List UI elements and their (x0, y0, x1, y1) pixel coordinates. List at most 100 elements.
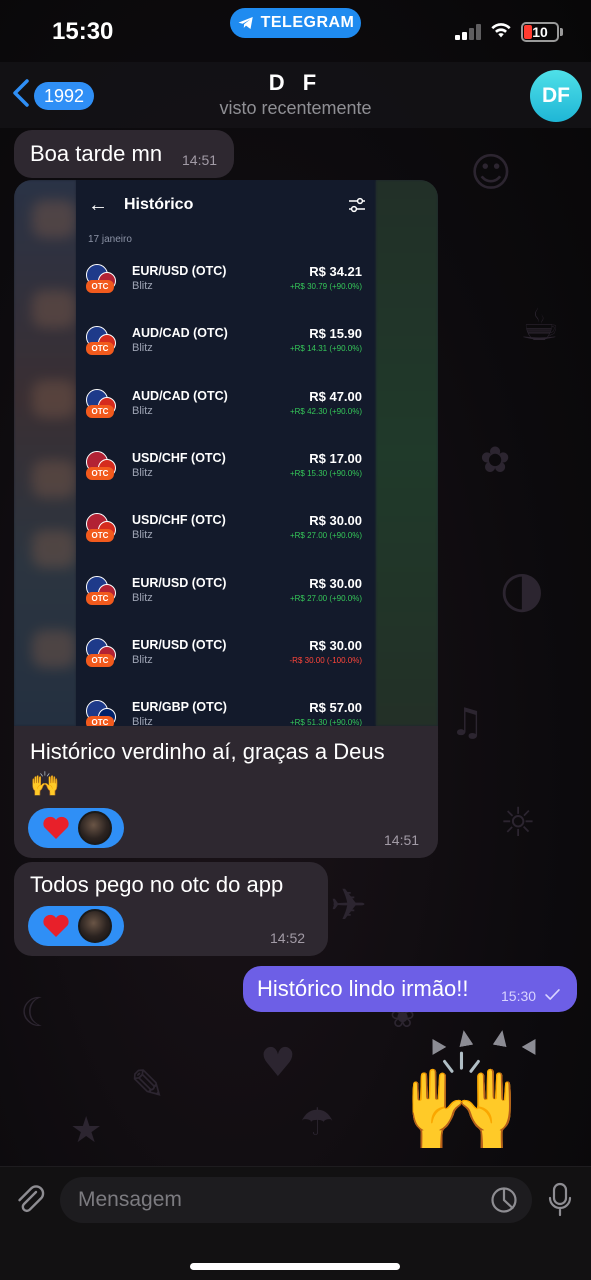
trade-mode: Blitz (132, 280, 153, 292)
trade-result: +R$ 42.30 (+90.0%) (289, 406, 362, 416)
currency-flags-icon: OTC (86, 637, 118, 670)
trade-pair: EUR/USD (OTC) (132, 575, 227, 590)
trade-row: OTC USD/CHF (OTC) Blitz R$ 30.00 +R$ 27.00 (… (76, 507, 376, 569)
message-time: 14:51 (384, 832, 420, 848)
message-input[interactable] (60, 1177, 532, 1223)
photo-caption: Histórico verdinho aí, graças a Deus (30, 739, 385, 764)
trade-amount: R$ 30.00 (309, 513, 362, 529)
currency-flags-icon: OTC (86, 575, 118, 608)
otc-badge: OTC (86, 342, 114, 356)
cellular-signal-icon (455, 24, 483, 40)
trade-result: +R$ 14.31 (+90.0%) (289, 344, 362, 354)
trade-pair: EUR/GBP (OTC) (132, 700, 227, 715)
otc-badge: OTC (86, 404, 114, 418)
chat-title[interactable]: D F (0, 70, 591, 96)
otc-badge: OTC (86, 280, 114, 293)
currency-flags-icon: OTC (86, 513, 118, 545)
raised-hands-sticker[interactable]: 🙌 (400, 1020, 570, 1170)
trade-pair: EUR/USD (OTC) (132, 637, 227, 652)
message-bubble-incoming[interactable]: Boa tarde mn 14:51 (14, 130, 234, 178)
trade-amount: R$ 34.21 (309, 264, 362, 279)
message-bubble-outgoing[interactable]: Histórico lindo irmão!! 15:30 (243, 966, 577, 1012)
message-text: Boa tarde mn (30, 141, 163, 166)
blurred-edge (376, 180, 438, 726)
reactor-avatar (78, 909, 112, 943)
trade-mode: Blitz (132, 342, 153, 355)
trade-row: OTC AUD/CAD (OTC) Blitz R$ 47.00 +R$ 42.30 (… (76, 383, 376, 445)
trade-result: +R$ 27.00 (+90.0%) (289, 531, 362, 541)
heart-icon (43, 816, 69, 839)
raised-hands-emoji: 🙌 (30, 771, 60, 798)
reactor-avatar (78, 811, 112, 845)
trade-pair: EUR/USD (OTC) (132, 264, 227, 278)
heart-icon (43, 914, 69, 937)
paperclip-icon[interactable] (14, 1183, 46, 1217)
trade-amount: R$ 30.00 (309, 575, 362, 591)
trade-mode: Blitz (132, 529, 153, 542)
trade-mode: Blitz (132, 466, 153, 479)
currency-flags-icon: OTC (86, 326, 118, 358)
message-text: Todos pego no otc do app (30, 872, 284, 897)
sent-check-icon (545, 989, 560, 1000)
currency-flags-icon: OTC (86, 388, 118, 421)
trade-row: OTC AUD/CAD (OTC) Blitz R$ 15.90 +R$ 14.31 (… (76, 320, 376, 382)
sticker-icon[interactable] (490, 1186, 518, 1214)
telegram-pill-label: TELEGRAM (260, 14, 355, 31)
trading-app-history: ← Histórico 17 janeiro OTC EUR/USD (OTC) B… (76, 180, 376, 726)
chat-status: visto recentemente (219, 98, 372, 118)
trade-row: OTC EUR/GBP (OTC) Blitz R$ 57.00 +R$ 51.30 (… (76, 694, 376, 726)
otc-badge: OTC (86, 466, 114, 480)
message-time: 15:30 (501, 988, 537, 1004)
trade-row: OTC EUR/USD (OTC) Blitz R$ 34.21 +R$ 30.79 (… (76, 258, 376, 320)
trade-mode: Blitz (132, 404, 153, 417)
message-time: 14:52 (270, 930, 306, 946)
heart-reaction-chip[interactable] (28, 906, 124, 946)
trade-amount: R$ 17.00 (309, 450, 362, 466)
trade-row: OTC USD/CHF (OTC) Blitz R$ 17.00 +R$ 15.30 (… (76, 445, 376, 507)
microphone-icon[interactable] (548, 1182, 572, 1218)
battery-level: 10 (532, 24, 548, 40)
trade-row: OTC EUR/USD (OTC) Blitz R$ 30.00 -R$ 30.00 (… (76, 632, 376, 694)
trade-mode: Blitz (132, 653, 153, 666)
battery-icon: 10 (521, 22, 559, 42)
otc-badge: OTC (86, 653, 114, 667)
filter-icon (349, 197, 365, 213)
app-back-arrow-icon: ← (88, 194, 108, 216)
telegram-icon (238, 17, 253, 29)
trade-row: OTC EUR/USD (OTC) Blitz R$ 30.00 +R$ 27.00 (… (76, 570, 376, 632)
otc-badge: OTC (86, 591, 114, 605)
blurred-edge (14, 180, 76, 726)
otc-badge: OTC (86, 529, 114, 543)
otc-badge: OTC (86, 716, 114, 726)
currency-flags-icon: OTC (86, 700, 118, 726)
message-text: Histórico lindo irmão!! (257, 976, 469, 1001)
trading-history-screenshot[interactable]: ← Histórico 17 janeiro OTC EUR/USD (OTC) B… (14, 180, 438, 726)
trade-result: -R$ 30.00 (-100.0%) (289, 655, 362, 665)
app-title: Histórico (124, 196, 194, 213)
trade-result: +R$ 15.30 (+90.0%) (289, 468, 362, 478)
trade-mode: Blitz (132, 591, 153, 604)
trade-pair: USD/CHF (OTC) (132, 450, 226, 465)
trade-result: +R$ 51.30 (+90.0%) (289, 718, 362, 726)
trade-result: +R$ 27.00 (+90.0%) (289, 593, 362, 603)
message-bubble-incoming[interactable]: Todos pego no otc do app 14:52 (14, 862, 328, 956)
status-bar: 15:30 TELEGRAM 10 (0, 0, 591, 62)
home-indicator (190, 1263, 400, 1270)
message-composer (0, 1166, 591, 1280)
trade-pair: USD/CHF (OTC) (132, 513, 226, 528)
raised-hands-emoji: 🙌 (402, 1049, 522, 1156)
trade-pair: AUD/CAD (OTC) (132, 388, 228, 403)
heart-reaction-chip[interactable] (28, 808, 124, 848)
message-time: 14:51 (182, 152, 218, 168)
telegram-pill[interactable]: TELEGRAM (230, 8, 361, 38)
trade-mode: Blitz (132, 716, 153, 726)
trade-result: +R$ 30.79 (+90.0%) (289, 282, 362, 291)
trade-amount: R$ 57.00 (309, 700, 362, 716)
trade-pair: AUD/CAD (OTC) (132, 326, 228, 341)
chat-header: 1992 D F visto recentemente DF (0, 62, 591, 128)
trade-amount: R$ 15.90 (309, 326, 362, 342)
wifi-icon (491, 23, 511, 38)
history-date: 17 janeiro (88, 234, 132, 245)
contact-avatar[interactable]: DF (530, 70, 582, 122)
currency-flags-icon: OTC (86, 450, 118, 483)
